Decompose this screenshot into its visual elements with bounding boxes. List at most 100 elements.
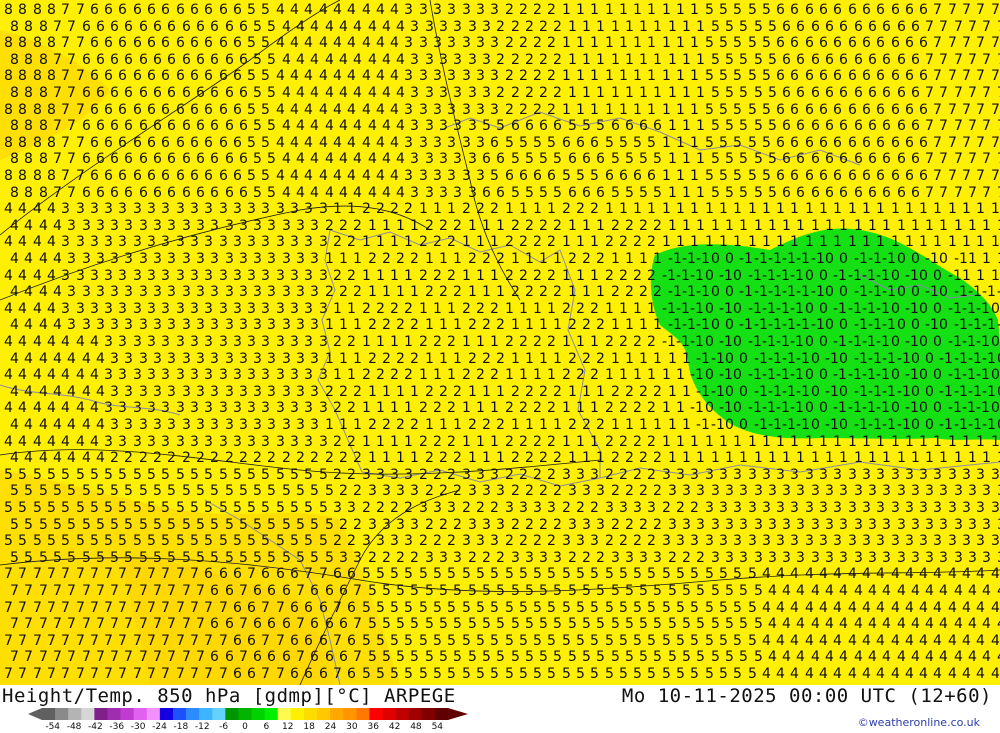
grid-value: 1 [533,367,542,383]
grid-value: 8 [24,52,33,68]
grid-value: 1 [390,400,399,416]
grid-value: 3 [476,2,485,18]
grid-value: 3 [439,52,448,68]
grid-value: 1 [653,417,662,433]
legend-swatch [186,708,200,720]
credit-link[interactable]: ©weatheronline.co.uk [858,716,980,729]
grid-value: 7 [176,666,185,682]
grid-value: 6 [124,52,133,68]
grid-value: 5 [505,600,514,616]
grid-value: 7 [190,633,199,649]
grid-value: 4 [382,19,391,35]
grid-value: 5 [196,550,205,566]
grid-value: 2 [404,367,413,383]
grid-value: 6 [868,151,877,167]
grid-value: -1 [854,317,868,333]
grid-value: 7 [204,633,213,649]
grid-value: 5 [768,85,777,101]
temperature-map[interactable]: 8888776666666666655444444444333333322221… [0,0,1000,685]
grid-value: 2 [533,533,542,549]
grid-value: 3 [362,467,371,483]
grid-value: 3 [247,301,256,317]
grid-value: 5 [490,168,499,184]
grid-value: 2 [511,19,520,35]
grid-value: -1 [796,284,810,300]
grid-value: 5 [553,185,562,201]
grid-value: 3 [782,517,791,533]
grid-value: 4 [776,633,785,649]
grid-value: 4 [276,135,285,151]
grid-value: 8 [18,2,27,18]
grid-value: 7 [76,168,85,184]
grid-value: -1 [925,251,939,267]
grid-value: 7 [82,616,91,632]
grid-value: 4 [839,583,848,599]
grid-value: 4 [304,35,313,51]
grid-value: -1 [876,367,890,383]
grid-value: 5 [625,583,634,599]
grid-value: 5 [496,583,505,599]
grid-value: 8 [10,185,19,201]
grid-value: 5 [505,135,514,151]
grid-value: 3 [204,234,213,250]
grid-value: -1 [696,284,710,300]
grid-value: 5 [261,35,270,51]
grid-value: 3 [96,251,105,267]
grid-value: 6 [848,35,857,51]
grid-value: 3 [647,500,656,516]
grid-value: 2 [439,218,448,234]
grid-value: 3 [919,533,928,549]
grid-value: 3 [839,550,848,566]
grid-value: 2 [505,35,514,51]
grid-value: 3 [748,533,757,549]
grid-value: 2 [647,234,656,250]
grid-value: -1 [982,317,996,333]
grid-value: 5 [719,135,728,151]
grid-value: 5 [625,616,634,632]
grid-value: 7 [219,600,228,616]
grid-value: 2 [347,467,356,483]
grid-value: 6 [590,135,599,151]
grid-value: 3 [196,317,205,333]
grid-value: -1 [719,367,733,383]
grid-value: 3 [282,317,291,333]
grid-value: 4 [382,52,391,68]
grid-value: 5 [705,102,714,118]
grid-value: 3 [139,218,148,234]
grid-value: 2 [482,251,491,267]
grid-value: 1 [325,417,334,433]
grid-value: 1 [568,384,577,400]
grid-value: 6 [139,85,148,101]
grid-value: 2 [353,218,362,234]
grid-value: -1 [825,351,839,367]
grid-value: 7 [61,35,70,51]
grid-value: 5 [96,483,105,499]
grid-value: 5 [167,483,176,499]
grid-value: 1 [410,218,419,234]
grid-value: 3 [110,284,119,300]
grid-value: 1 [362,400,371,416]
grid-value: 5 [519,566,528,582]
grid-value: 5 [190,500,199,516]
grid-value: 6 [811,85,820,101]
grid-value: 7 [67,151,76,167]
grid-value: 2 [525,218,534,234]
grid-value: 4 [33,334,42,350]
grid-value: 4 [24,284,33,300]
grid-value: 3 [319,434,328,450]
grid-value: 6 [304,633,313,649]
grid-value: 1 [625,19,634,35]
grid-value: 2 [453,483,462,499]
grid-value: 4 [368,151,377,167]
grid-value: 2 [539,85,548,101]
grid-value: 5 [468,583,477,599]
grid-value: 3 [161,268,170,284]
grid-value: 5 [611,649,620,665]
grid-value: 2 [505,467,514,483]
grid-value: -1 [690,400,704,416]
grid-value: 3 [204,400,213,416]
grid-value: 1 [433,301,442,317]
grid-value: 0 [891,400,900,416]
grid-value: 5 [24,517,33,533]
grid-value: 3 [805,533,814,549]
